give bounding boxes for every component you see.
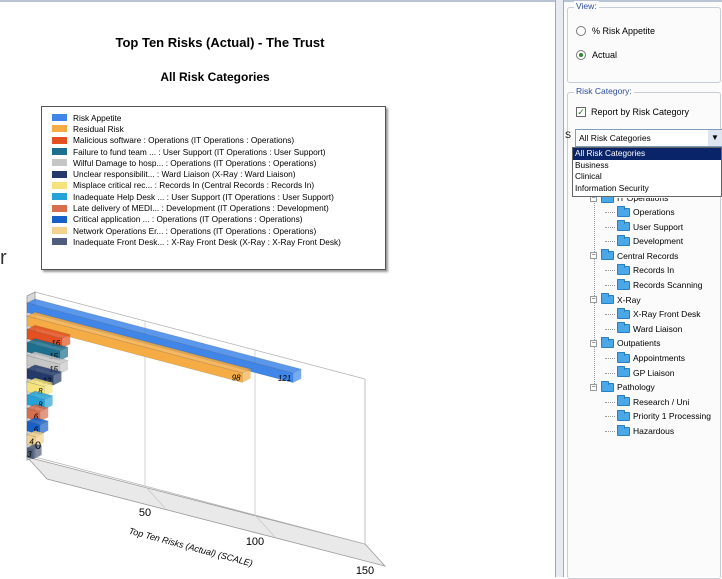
- risk-category-select[interactable]: All Risk Categories ▼: [575, 129, 722, 147]
- radio-risk-appetite-label: % Risk Appetite: [592, 26, 656, 36]
- folder-icon: [617, 220, 630, 232]
- dropdown-option-clinical[interactable]: Clinical: [573, 171, 721, 183]
- tree-node-label: Development: [633, 236, 684, 247]
- radio-risk-appetite[interactable]: % Risk Appetite: [576, 26, 655, 36]
- tree-node-user-support[interactable]: User Support: [617, 220, 684, 232]
- view-group: View: % Risk Appetite Actual: [567, 1, 721, 83]
- chart-pane: Top Ten Risks (Actual) - The Trust All R…: [0, 2, 555, 577]
- tree-node-ward-liaison[interactable]: Ward Liaison: [617, 322, 683, 334]
- tree-node-label: Hazardous: [633, 426, 675, 436]
- tree-node-records-scanning[interactable]: Records Scanning: [617, 278, 703, 290]
- splitter-handle[interactable]: [555, 0, 564, 577]
- x-tick-label: 50: [139, 507, 151, 519]
- tree-node-label: User Support: [633, 221, 684, 232]
- folder-icon: [617, 205, 630, 217]
- tree-node-priority-1-processing[interactable]: Priority 1 Processing: [617, 409, 711, 422]
- radio-actual-button[interactable]: [576, 50, 586, 60]
- folder-icon: [601, 380, 614, 392]
- tree-node-label: Ward Liaison: [633, 323, 683, 334]
- x-tick-label: 100: [246, 536, 264, 548]
- x-tick-label: 0: [35, 440, 41, 452]
- radio-actual-label: Actual: [592, 50, 618, 60]
- folder-icon: [617, 351, 630, 363]
- dropdown-option-business[interactable]: Business: [573, 160, 721, 172]
- tree-node-x-ray-front-desk[interactable]: X-Ray Front Desk: [617, 307, 701, 320]
- folder-icon: [601, 249, 614, 261]
- tree-node-x-ray[interactable]: − X-Ray: [590, 293, 641, 305]
- tree-node-pathology[interactable]: − Pathology: [590, 380, 655, 393]
- tree-node-research-uni[interactable]: Research / Uni: [617, 395, 690, 407]
- folder-icon: [617, 409, 630, 421]
- collapse-icon[interactable]: −: [590, 383, 597, 391]
- folder-icon: [617, 307, 630, 319]
- tree-node-central-records[interactable]: − Central Records: [590, 249, 679, 261]
- risk-category-group-title: Risk Category:: [574, 86, 634, 96]
- tree-node-label: Pathology: [617, 382, 655, 393]
- data-label: 121: [278, 374, 291, 383]
- collapse-icon[interactable]: −: [590, 296, 597, 304]
- tree-connector: [605, 285, 615, 286]
- data-label: 3: [27, 450, 32, 459]
- tree-connector: [605, 314, 615, 316]
- tree-node-gp-liaison[interactable]: GP Liaison: [617, 366, 675, 378]
- report-by-category-checkbox[interactable]: ✓ Report by Risk Category: [576, 107, 689, 117]
- folder-icon: [617, 322, 630, 334]
- radio-actual[interactable]: Actual: [576, 50, 617, 60]
- collapse-icon[interactable]: −: [590, 339, 597, 347]
- tree-node-label: Priority 1 Processing: [633, 411, 711, 422]
- tree-node-operations[interactable]: Operations: [617, 205, 675, 217]
- tree-node-label: GP Liaison: [633, 367, 675, 378]
- clipped-tree-fragment: S: [565, 130, 572, 140]
- tree-connector: [605, 431, 615, 432]
- tree-node-development[interactable]: Development: [617, 234, 684, 247]
- data-label: 98: [232, 374, 241, 383]
- tree-node-label: X-Ray: [617, 294, 641, 305]
- tree-node-label: Records Scanning: [633, 280, 703, 290]
- risk-category-dropdown-list[interactable]: All Risk Categories Business Clinical In…: [572, 147, 722, 197]
- folder-icon: [601, 336, 614, 348]
- tree-connector: [605, 372, 615, 374]
- folder-icon: [617, 366, 630, 378]
- collapse-icon[interactable]: −: [590, 252, 597, 260]
- checkbox-checked-icon[interactable]: ✓: [576, 107, 586, 117]
- dropdown-option-all[interactable]: All Risk Categories: [573, 148, 721, 160]
- tree-node-outpatients[interactable]: − Outpatients: [590, 336, 661, 349]
- folder-icon: [617, 278, 630, 290]
- tree-connector: [605, 358, 615, 359]
- folder-icon: [601, 293, 614, 305]
- tree-node-label: Operations: [633, 207, 675, 217]
- tree-node-label: Records In: [633, 265, 675, 276]
- tree-node-records-in[interactable]: Records In: [617, 263, 675, 276]
- x-tick-label: 150: [356, 565, 374, 577]
- tree-node-appointments[interactable]: Appointments: [617, 351, 685, 363]
- radio-risk-appetite-button[interactable]: [576, 26, 586, 36]
- dropdown-option-information-security[interactable]: Information Security: [573, 183, 721, 195]
- tree-node-label: Research / Uni: [633, 396, 690, 407]
- tree-connector: [605, 241, 615, 243]
- bar-chart-3d: 1219816151512886643050100150Top Ten Risk…: [25, 291, 387, 577]
- tree-connector: [605, 416, 615, 418]
- folder-icon: [617, 395, 630, 407]
- risk-category-select-value: All Risk Categories: [579, 133, 651, 143]
- tree-node-label: Outpatients: [617, 338, 661, 349]
- tree-connector: [605, 226, 615, 228]
- view-group-title: View:: [574, 1, 599, 11]
- tree-node-label: Appointments: [633, 353, 685, 363]
- chevron-down-icon[interactable]: ▼: [708, 130, 722, 146]
- tree-node-label: X-Ray Front Desk: [633, 309, 701, 320]
- tree-connector: [605, 270, 615, 272]
- tree-node-hazardous[interactable]: Hazardous: [617, 424, 675, 436]
- folder-icon: [617, 263, 630, 275]
- tree-connector: [605, 212, 615, 213]
- folder-icon: [617, 424, 630, 436]
- tree-node-label: Central Records: [617, 250, 679, 261]
- tree-connector: [605, 401, 615, 403]
- x-axis-title: Top Ten Risks (Actual) (SCALE): [128, 526, 254, 569]
- folder-icon: [617, 234, 630, 246]
- report-by-category-label: Report by Risk Category: [591, 107, 690, 117]
- tree-connector: [605, 328, 615, 330]
